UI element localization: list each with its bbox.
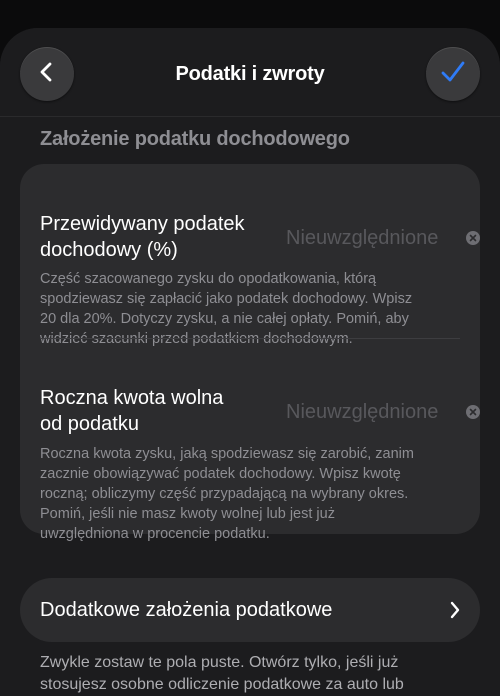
- income-tax-rate-label: Przewidywany podatek dochodowy (%): [40, 211, 280, 263]
- description-line: Pomiń, jeśli nie masz kwoty wolnej lub j…: [40, 506, 335, 522]
- section-title: Założenie podatku dochodowego: [40, 128, 350, 150]
- income-tax-rate-label-line1: Przewidywany podatek: [40, 213, 245, 235]
- description-line: uwzględniona w procencie podatku.: [40, 526, 270, 542]
- description-line: 20 dla 20%. Dotyczy zysku, a nie całej o…: [40, 311, 409, 327]
- description-line: zacznie obowiązywać podatek dochodowy. W…: [40, 466, 401, 482]
- tax-free-allowance-label-line1: Roczna kwota wolna: [40, 387, 224, 409]
- confirm-button[interactable]: [426, 47, 480, 101]
- navigation-bar: Podatki i zwroty: [0, 28, 500, 117]
- income-tax-rate-field[interactable]: Nieuwzględnione: [286, 225, 438, 251]
- tax-assumptions-card: Przewidywany podatek dochodowy (%) Nieuw…: [20, 164, 480, 542]
- additional-tax-assumptions-label: Dodatkowe założenia podatkowe: [40, 599, 333, 621]
- clear-icon[interactable]: [466, 405, 480, 419]
- chevron-right-icon: [448, 600, 462, 625]
- footer-hint-line1: Zwykle zostaw te pola puste. Otwórz tylk…: [40, 654, 399, 671]
- additional-tax-assumptions-button[interactable]: Dodatkowe założenia podatkowe: [20, 578, 480, 642]
- screen: Podatki i zwroty Założenie podatku docho…: [0, 0, 500, 696]
- tax-free-allowance-label-line2: od podatku: [40, 413, 139, 435]
- income-tax-rate-label-line2: dochodowy (%): [40, 239, 178, 261]
- description-line: Część szacowanego zysku do opodatkowania…: [40, 271, 377, 287]
- clear-icon[interactable]: [466, 231, 480, 245]
- description-line: spodziewasz się zapłacić jako podatek do…: [40, 291, 413, 307]
- page-title: Podatki i zwroty: [175, 63, 325, 85]
- footer-hint: Zwykle zostaw te pola puste. Otwórz tylk…: [40, 652, 460, 696]
- description-line: Roczna kwota zysku, jaką spodziewasz się…: [40, 446, 414, 462]
- description-line: widzieć szacunki przed podatkiem dochodo…: [40, 331, 353, 347]
- tax-free-allowance-description: Roczna kwota zysku, jaką spodziewasz się…: [40, 444, 460, 544]
- footer-hint-line2: stosujesz osobne odliczenie podatkowe za…: [40, 676, 404, 693]
- tax-free-allowance-field[interactable]: Nieuwzględnione: [286, 399, 438, 425]
- checkmark-icon: [439, 58, 467, 91]
- tax-free-allowance-label: Roczna kwota wolna od podatku: [40, 385, 280, 437]
- description-line: roczną; obliczymy część przypadającą na …: [40, 486, 409, 502]
- income-tax-rate-description: Część szacowanego zysku do opodatkowania…: [40, 269, 460, 349]
- divider: [40, 338, 460, 339]
- settings-sheet: Podatki i zwroty Założenie podatku docho…: [0, 28, 500, 696]
